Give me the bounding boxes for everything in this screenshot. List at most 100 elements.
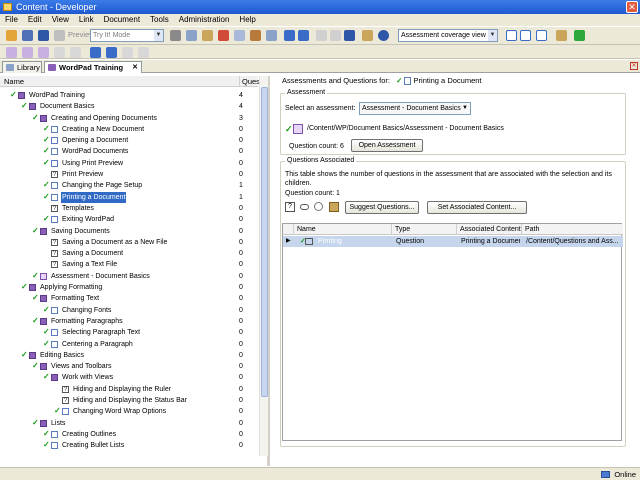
menu-file[interactable]: File xyxy=(0,14,23,26)
view-select[interactable]: Assessment coverage view ▼ xyxy=(398,29,498,42)
close-tab-icon[interactable]: ✕ xyxy=(132,62,138,73)
tree-item[interactable]: ? Saving a Document as a New File 0 xyxy=(0,237,258,248)
outdent-icon[interactable] xyxy=(138,47,149,58)
details-view-icon[interactable] xyxy=(536,30,547,41)
tree-item-count: 0 xyxy=(239,295,243,303)
tree-item[interactable]: ✓ Saving Documents 0 xyxy=(0,226,258,237)
cut-icon[interactable] xyxy=(170,30,181,41)
tree-item[interactable]: ✓ Formatting Text 0 xyxy=(0,293,258,304)
tree-item[interactable]: ✓ Printing a Document 1 xyxy=(0,191,258,203)
menu-administration[interactable]: Administration xyxy=(174,14,235,26)
question-filter-icon[interactable]: ? xyxy=(285,202,295,212)
tree-item[interactable]: ? Templates 0 xyxy=(0,203,258,214)
new-section-icon[interactable] xyxy=(38,47,49,58)
save-icon[interactable] xyxy=(22,30,33,41)
tree-item[interactable]: ✓ Creating Bullet Lists 0 xyxy=(0,440,258,451)
save-all-icon[interactable] xyxy=(38,30,49,41)
scroll-thumb[interactable] xyxy=(261,87,268,397)
menu-help[interactable]: Help xyxy=(234,14,260,26)
tree-item[interactable]: ✓ Using Print Preview 0 xyxy=(0,158,258,169)
tree-item-count: 0 xyxy=(239,329,243,337)
close-window-button[interactable]: ✕ xyxy=(626,1,638,13)
page-icon xyxy=(51,182,58,190)
tab-wordpad-training[interactable]: WordPad Training ✕ xyxy=(44,61,142,73)
tree-item[interactable]: ✓ Creating a New Document 0 xyxy=(0,124,258,135)
tree-item[interactable]: ✓ Creating Outlines 0 xyxy=(0,429,258,440)
tree-item[interactable]: ✓ Centering a Paragraph 0 xyxy=(0,339,258,350)
delete-icon[interactable] xyxy=(218,30,229,41)
tree-item-count: 0 xyxy=(239,284,243,292)
grid-col-content[interactable]: Associated Content xyxy=(456,224,521,235)
link-icon[interactable] xyxy=(266,30,277,41)
properties-icon[interactable] xyxy=(234,30,245,41)
set-associated-content-button[interactable]: Set Associated Content... xyxy=(427,201,527,214)
indent-icon[interactable] xyxy=(122,47,133,58)
new-module-icon[interactable] xyxy=(22,47,33,58)
tree-item-label: Selecting Paragraph Text xyxy=(62,329,141,337)
menu-tools[interactable]: Tools xyxy=(145,14,174,26)
move-down-icon[interactable] xyxy=(106,47,117,58)
find-icon[interactable] xyxy=(250,30,261,41)
new-question-icon[interactable] xyxy=(70,47,81,58)
tree-item[interactable]: ✓ Selecting Paragraph Text 0 xyxy=(0,327,258,338)
menu-document[interactable]: Document xyxy=(99,14,145,26)
refresh-icon[interactable] xyxy=(574,30,585,41)
check-icon: ✓ xyxy=(43,123,50,133)
tree-item[interactable]: ✓ Views and Toolbars 0 xyxy=(0,361,258,372)
copy-icon[interactable] xyxy=(186,30,197,41)
tree-item[interactable]: ? Hiding and Displaying the Status Bar 0 xyxy=(0,395,258,406)
tree-item[interactable]: ✓ Formatting Paragraphs 0 xyxy=(0,316,258,327)
tree-item[interactable]: ✓ WordPad Training 4 xyxy=(0,90,258,101)
help-icon[interactable] xyxy=(378,30,389,41)
check-icon: ✓ xyxy=(43,428,50,438)
tree-item[interactable]: ✓ Opening a Document 0 xyxy=(0,135,258,146)
tree-item[interactable]: ? Saving a Document 0 xyxy=(0,248,258,259)
tree-item[interactable]: ✓ Assessment - Document Basics 0 xyxy=(0,271,258,282)
move-up-icon[interactable] xyxy=(90,47,101,58)
expand-icon[interactable] xyxy=(316,30,327,41)
assessment-select[interactable]: Assessment - Document Basics ▼ xyxy=(359,102,471,115)
split-view-icon[interactable] xyxy=(520,30,531,41)
table-row[interactable]: ▶ ✓ Printing Question Printing a Documen… xyxy=(283,236,623,247)
publish-icon[interactable] xyxy=(556,30,567,41)
settings-icon[interactable] xyxy=(314,202,323,211)
menu-edit[interactable]: Edit xyxy=(23,14,47,26)
tree-header: Name Quest xyxy=(0,76,262,87)
tree-item[interactable]: ✓ Creating and Opening Documents 3 xyxy=(0,113,258,124)
layout-view-icon[interactable] xyxy=(506,30,517,41)
grid-col-type[interactable]: Type xyxy=(391,224,456,235)
suggest-questions-button[interactable]: Suggest Questions... xyxy=(345,201,419,214)
tab-library[interactable]: Library xyxy=(2,61,42,73)
close-pane-icon[interactable]: ✕ xyxy=(630,62,638,70)
tree-item[interactable]: ? Hiding and Displaying the Ruler 0 xyxy=(0,384,258,395)
edit-icon[interactable] xyxy=(329,202,339,212)
print-icon[interactable] xyxy=(54,30,65,41)
menu-link[interactable]: Link xyxy=(74,14,99,26)
link-icon[interactable] xyxy=(300,204,309,210)
spell-check-icon[interactable] xyxy=(362,30,373,41)
tree-item[interactable]: ✓ Work with Views 0 xyxy=(0,372,258,383)
outline-icon[interactable] xyxy=(6,47,17,58)
grid-col-path[interactable]: Path xyxy=(521,224,623,235)
binoculars-icon[interactable] xyxy=(344,30,355,41)
tree-item[interactable]: ? Print Preview 0 xyxy=(0,169,258,180)
tree-item-count: 4 xyxy=(239,103,243,111)
undo-icon[interactable] xyxy=(284,30,295,41)
grid-col-name[interactable]: Name xyxy=(293,224,393,235)
tree-item[interactable]: ✓ Changing the Page Setup 1 xyxy=(0,180,258,191)
view-value: Assessment coverage view xyxy=(401,32,486,39)
tree-item-label: WordPad Documents xyxy=(62,148,129,156)
paste-icon[interactable] xyxy=(202,30,213,41)
open-assessment-button[interactable]: Open Assessment xyxy=(351,139,423,152)
tree-col-name[interactable]: Name xyxy=(4,76,24,87)
redo-icon[interactable] xyxy=(298,30,309,41)
new-topic-icon[interactable] xyxy=(54,47,65,58)
open-folder-icon[interactable] xyxy=(6,30,17,41)
tree-scrollbar[interactable] xyxy=(259,76,268,456)
tree-item-label: Hiding and Displaying the Status Bar xyxy=(73,397,188,405)
tree-item[interactable]: ✓ Lists 0 xyxy=(0,418,258,429)
menu-view[interactable]: View xyxy=(47,14,74,26)
tree-item[interactable]: ✓ WordPad Documents 0 xyxy=(0,146,258,157)
mode-select[interactable]: Try It! Mode ▼ xyxy=(90,29,164,42)
collapse-icon[interactable] xyxy=(330,30,341,41)
